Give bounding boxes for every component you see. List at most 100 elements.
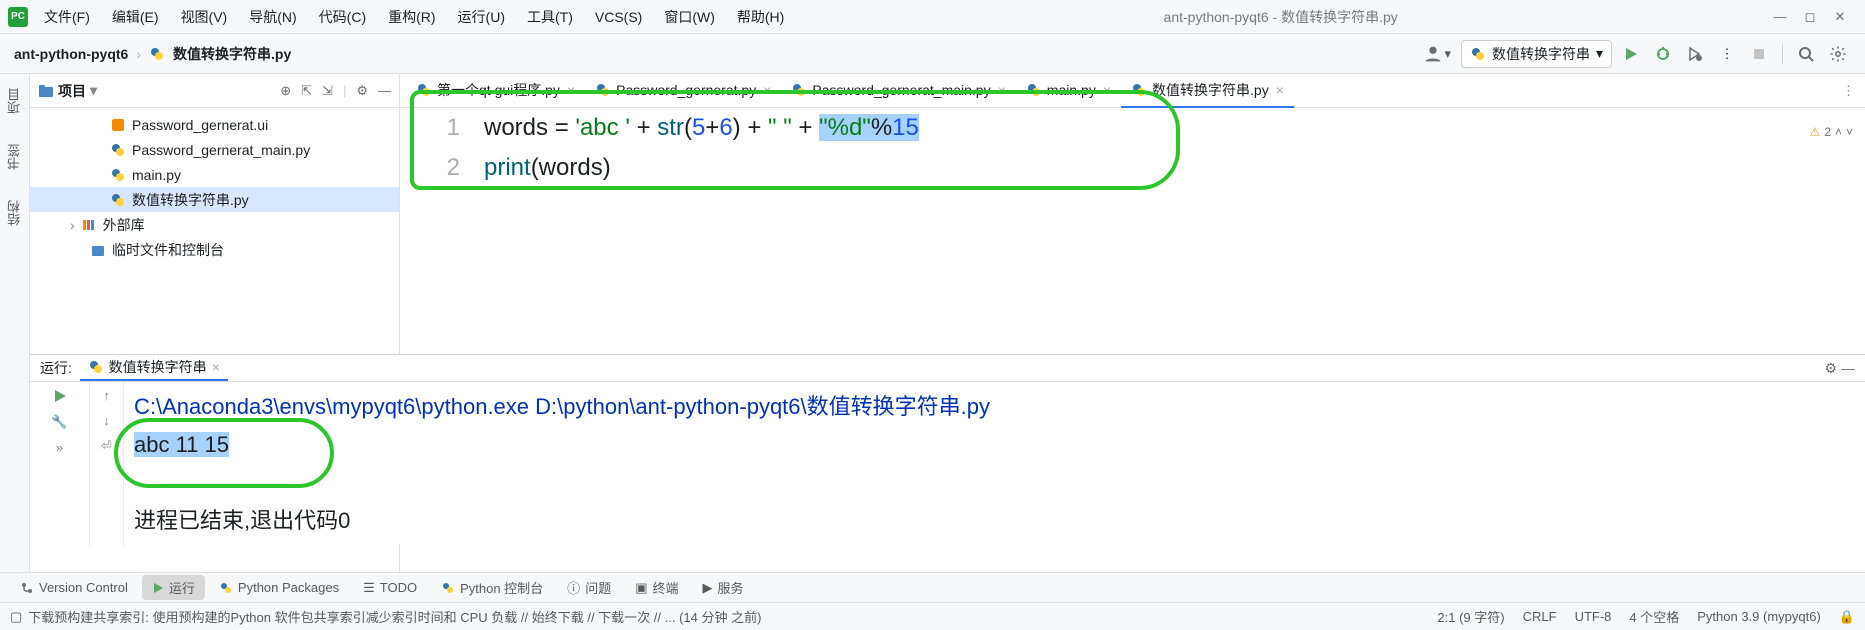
menu-edit[interactable]: 编辑(E) — [106, 5, 165, 29]
status-interpreter[interactable]: Python 3.9 (mypyqt6) — [1697, 609, 1821, 624]
sidebar-item-structure[interactable]: 结构 — [3, 194, 26, 232]
tool-python-console[interactable]: Python 控制台 — [431, 575, 553, 600]
run-toolbar: 🔧 » — [30, 382, 90, 546]
debug-button[interactable] — [1650, 41, 1676, 67]
editor-tab[interactable]: Password_gernerat.py× — [585, 74, 781, 108]
editor-tab-active[interactable]: 数值转换字符串.py× — [1121, 74, 1294, 108]
close-tab-icon[interactable]: × — [998, 82, 1006, 98]
status-message[interactable]: 下载预构建共享索引: 使用预构建的Python 软件包共享索引减少索引时间和 C… — [28, 607, 761, 626]
close-icon[interactable]: ✕ — [1831, 8, 1849, 26]
sidebar-item-bookmarks[interactable]: 书签 — [3, 138, 26, 176]
close-tab-icon[interactable]: × — [212, 359, 220, 375]
editor-tabs: 第一个qt gui程序.py× Password_gernerat.py× Pa… — [400, 74, 1865, 108]
run-tab[interactable]: 数值转换字符串 × — [80, 355, 228, 381]
chevron-down-icon[interactable]: ▾ — [90, 82, 97, 99]
menu-file[interactable]: 文件(F) — [38, 5, 96, 29]
more-actions-button[interactable]: ⋮ — [1714, 41, 1740, 67]
select-opened-file-icon[interactable]: ⊕ — [280, 83, 291, 99]
maximize-icon[interactable]: ◻ — [1801, 8, 1819, 26]
tree-item-selected[interactable]: 数值转换字符串.py — [30, 187, 399, 212]
editor-tab[interactable]: Password_gernerat_main.py× — [781, 74, 1015, 108]
tool-problems[interactable]: ⓘ问题 — [557, 575, 621, 600]
hide-panel-icon[interactable]: — — [378, 83, 391, 98]
project-icon — [38, 83, 54, 99]
tool-version-control[interactable]: Version Control — [10, 577, 138, 598]
expand-icon[interactable]: » — [56, 440, 63, 455]
run-with-coverage-button[interactable] — [1682, 41, 1708, 67]
console-command: C:\Anaconda3\envs\mypyqt6\python.exe D:\… — [134, 388, 1855, 426]
menu-tools[interactable]: 工具(T) — [521, 5, 579, 29]
chevron-up-icon[interactable]: ˄ — [1835, 112, 1842, 152]
app-icon: PC — [8, 7, 28, 27]
collapse-all-icon[interactable]: ⇲ — [322, 83, 333, 99]
search-everywhere-button[interactable] — [1793, 41, 1819, 67]
menu-window[interactable]: 窗口(W) — [658, 5, 721, 29]
run-config-label: 数值转换字符串 — [1492, 44, 1590, 64]
tree-item-external-libs[interactable]: ›外部库 — [30, 212, 399, 237]
menu-refactor[interactable]: 重构(R) — [382, 5, 441, 29]
close-tab-icon[interactable]: × — [763, 82, 771, 98]
chevron-down-icon[interactable]: ˅ — [1846, 112, 1853, 152]
lock-icon[interactable]: 🔒 — [1839, 609, 1855, 625]
menu-code[interactable]: 代码(C) — [313, 5, 372, 29]
menu-vcs[interactable]: VCS(S) — [589, 7, 648, 27]
chevron-right-icon: › — [136, 46, 141, 62]
soft-wrap-icon[interactable]: ⏎ — [101, 438, 112, 454]
sidebar-item-project[interactable]: 项目 — [3, 82, 26, 120]
down-icon[interactable]: ↓ — [103, 413, 110, 428]
tool-run[interactable]: 运行 — [142, 575, 205, 600]
bottom-toolbar: Version Control 运行 Python Packages ☰TODO… — [0, 572, 1865, 602]
editor-tab[interactable]: main.py× — [1016, 74, 1121, 108]
tree-item-scratches[interactable]: 临时文件和控制台 — [30, 237, 399, 262]
status-encoding[interactable]: UTF-8 — [1575, 609, 1612, 624]
menu-run[interactable]: 运行(U) — [452, 5, 511, 29]
console-exit: 进程已结束,退出代码0 — [134, 502, 1855, 540]
console-output[interactable]: C:\Anaconda3\envs\mypyqt6\python.exe D:\… — [124, 382, 1865, 546]
project-panel-title: 项目 — [58, 81, 86, 101]
code-line[interactable]: words = 'abc ' + str(5+6) + " " + "%d"%1… — [484, 108, 1865, 148]
expand-all-icon[interactable]: ⇱ — [301, 83, 312, 99]
breadcrumb-file[interactable]: 数值转换字符串.py — [173, 44, 291, 64]
run-config-selector[interactable]: 数值转换字符串 ▾ — [1461, 40, 1612, 68]
gear-icon[interactable]: ⚙ — — [1825, 360, 1855, 377]
menu-view[interactable]: 视图(V) — [175, 5, 234, 29]
gear-icon[interactable]: ⚙ — [356, 83, 368, 99]
tool-python-packages[interactable]: Python Packages — [209, 577, 349, 598]
title-bar: PC 文件(F) 编辑(E) 视图(V) 导航(N) 代码(C) 重构(R) 运… — [0, 0, 1865, 34]
console-stdout: abc 11 15 — [134, 426, 1855, 464]
run-button[interactable] — [1618, 41, 1644, 67]
minimize-icon[interactable]: — — [1771, 8, 1789, 26]
code-line[interactable]: print(words) — [484, 148, 1865, 188]
settings-button[interactable] — [1825, 41, 1851, 67]
notification-icon[interactable]: ▢ — [10, 609, 22, 625]
tool-services[interactable]: ▶服务 — [693, 575, 754, 600]
tree-item[interactable]: main.py — [30, 162, 399, 187]
editor-tab[interactable]: 第一个qt gui程序.py× — [406, 74, 585, 108]
user-icon[interactable]: ▾ — [1418, 41, 1455, 67]
tree-item[interactable]: Password_gernerat_main.py — [30, 137, 399, 162]
status-indent[interactable]: 4 个空格 — [1629, 607, 1679, 626]
tool-terminal[interactable]: ▣终端 — [625, 575, 688, 600]
close-tab-icon[interactable]: × — [567, 82, 575, 98]
rerun-button[interactable] — [52, 388, 68, 404]
close-tab-icon[interactable]: × — [1276, 82, 1284, 98]
chevron-down-icon: ▾ — [1596, 45, 1603, 62]
project-tree[interactable]: Password_gernerat.ui Password_gernerat_m… — [30, 108, 399, 266]
breadcrumb-project[interactable]: ant-python-pyqt6 — [14, 46, 128, 62]
tree-item[interactable]: Password_gernerat.ui — [30, 112, 399, 137]
more-tabs-icon[interactable]: ⋮ — [1842, 83, 1865, 99]
menu-navigate[interactable]: 导航(N) — [243, 5, 302, 29]
status-caret-position[interactable]: 2:1 (9 字符) — [1437, 607, 1504, 626]
wrench-icon[interactable]: 🔧 — [51, 414, 67, 430]
close-tab-icon[interactable]: × — [1103, 82, 1111, 98]
menu-help[interactable]: 帮助(H) — [731, 5, 790, 29]
tool-todo[interactable]: ☰TODO — [353, 577, 427, 599]
up-icon[interactable]: ↑ — [103, 388, 110, 403]
inspection-widget[interactable]: ⚠2˄˅ — [1810, 112, 1853, 152]
status-line-separator[interactable]: CRLF — [1523, 609, 1557, 624]
toolbar: ant-python-pyqt6 › 数值转换字符串.py ▾ 数值转换字符串 … — [0, 34, 1865, 74]
run-panel-label: 运行: — [40, 358, 72, 378]
python-file-icon — [149, 46, 165, 62]
left-tool-gutter: 项目 书签 结构 — [0, 74, 30, 572]
stop-button[interactable] — [1746, 41, 1772, 67]
